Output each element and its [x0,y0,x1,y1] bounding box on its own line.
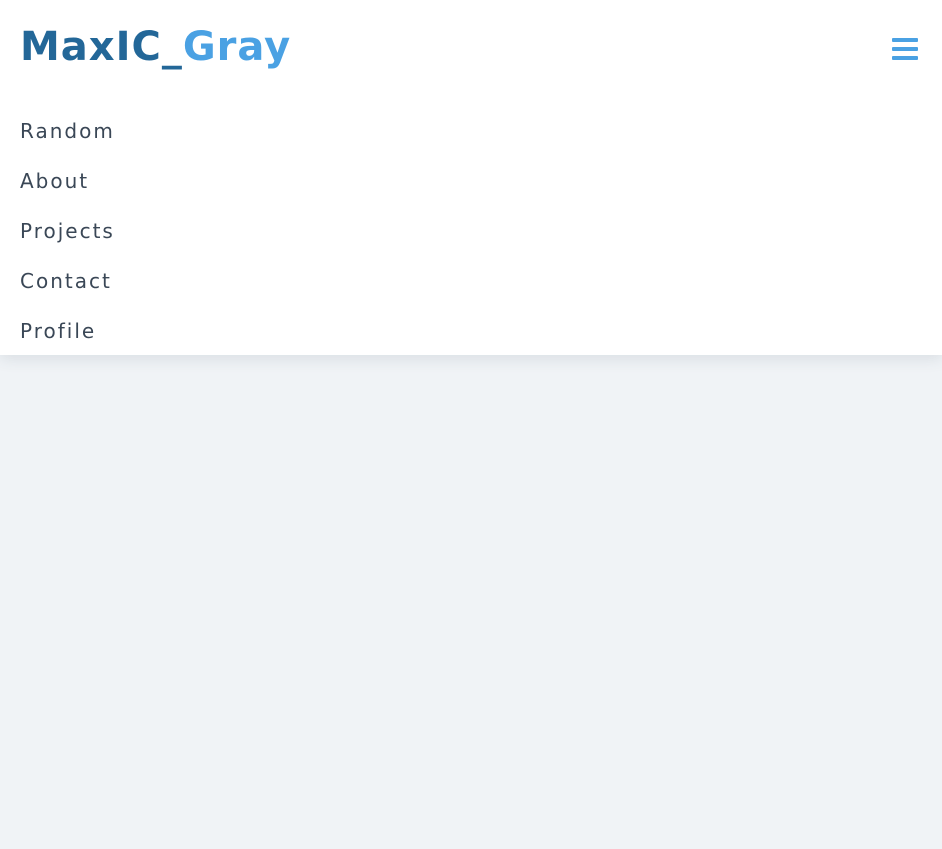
nav-item-profile: Profile [0,306,942,356]
nav-item-contact: Contact [0,256,942,306]
nav-link-random[interactable]: Random [20,106,115,156]
logo-text-primary: MaxIC_ [20,24,183,70]
hamburger-menu-icon [892,38,918,60]
page: MaxIC_Gray Random About Projects Contact… [0,0,942,849]
nav-link-contact[interactable]: Contact [20,256,112,306]
nav-item-random: Random [0,106,942,156]
main-nav: Random About Projects Contact Profile [0,106,942,356]
main-content-area [0,355,942,849]
nav-link-profile[interactable]: Profile [20,306,96,356]
menu-toggle-button[interactable] [886,30,924,68]
site-header: MaxIC_Gray Random About Projects Contact… [0,0,942,355]
top-bar: MaxIC_Gray [0,0,942,96]
nav-link-projects[interactable]: Projects [20,206,115,256]
nav-item-projects: Projects [0,206,942,256]
nav-link-about[interactable]: About [20,156,89,206]
logo-text-accent: Gray [182,24,292,70]
nav-item-about: About [0,156,942,206]
site-logo-link[interactable]: MaxIC_Gray [20,21,291,73]
